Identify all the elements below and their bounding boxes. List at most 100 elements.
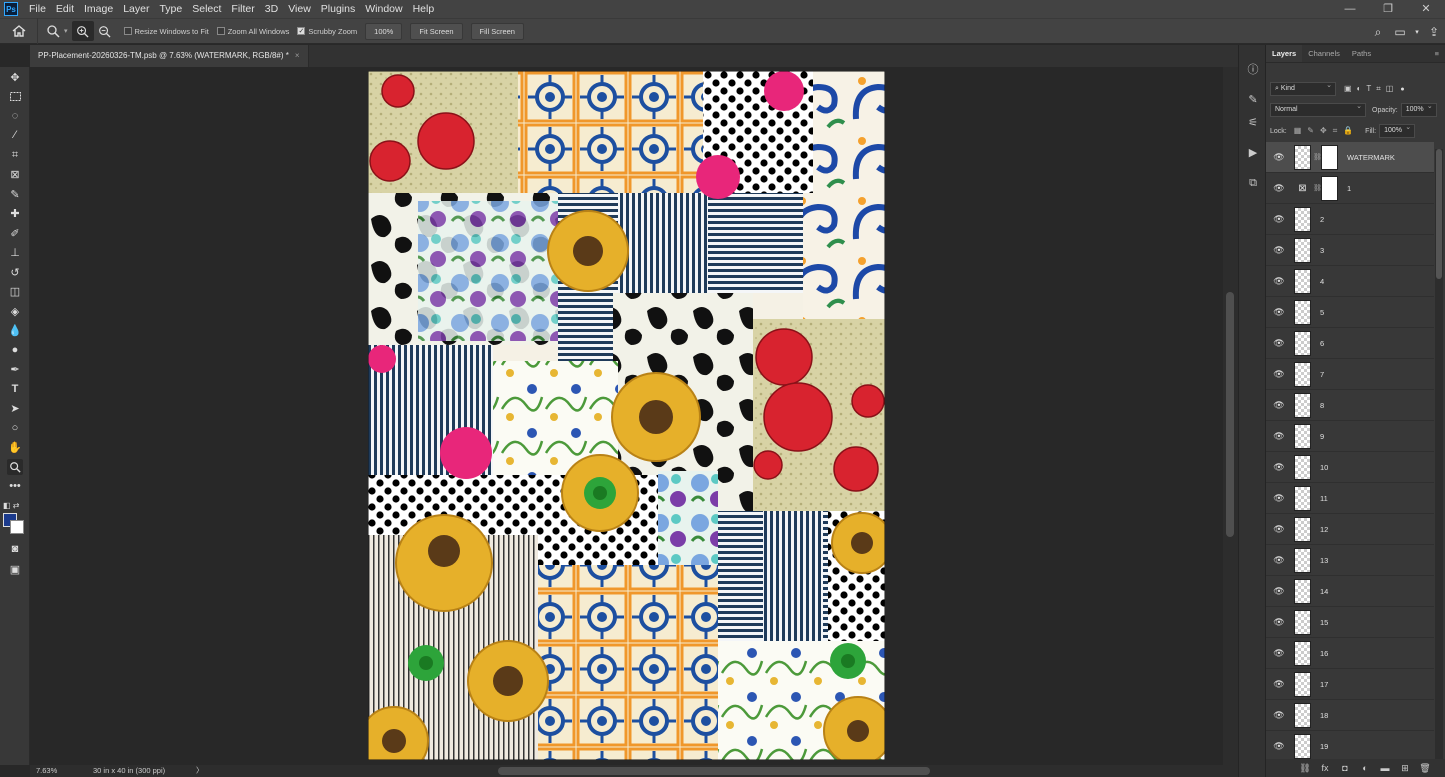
healing-brush-tool-icon[interactable]: ✚ — [7, 205, 23, 221]
menu-3d[interactable]: 3D — [260, 0, 283, 18]
zoom-100-button[interactable]: 100% — [365, 22, 403, 40]
visibility-eye-icon[interactable]: 👁 — [1270, 741, 1288, 752]
magic-wand-tool-icon[interactable]: ⁄ — [7, 127, 23, 143]
zoom-all-windows-checkbox[interactable]: Zoom All Windows — [216, 27, 289, 36]
layer-row-10[interactable]: 👁 10 — [1266, 452, 1434, 483]
background-color-swatch[interactable] — [10, 520, 24, 534]
path-selection-tool-icon[interactable]: ➤ — [7, 400, 23, 416]
fit-screen-button[interactable]: Fit Screen — [410, 22, 463, 40]
delete-layer-trash-icon[interactable]: 🗑 — [1415, 763, 1435, 774]
layer-row-16[interactable]: 👁 16 — [1266, 638, 1434, 669]
layers-scrollbar[interactable] — [1435, 149, 1443, 769]
ellipse-tool-icon[interactable]: ○ — [7, 420, 23, 436]
layer-row-2[interactable]: 👁 2 — [1266, 204, 1434, 235]
info-panel-icon[interactable]: ⓘ — [1245, 62, 1261, 78]
more-tools-icon[interactable]: ••• — [7, 478, 23, 494]
adjustment-layer-icon[interactable]: ◐ — [1355, 763, 1375, 773]
visibility-eye-icon[interactable]: 👁 — [1270, 369, 1288, 380]
close-tab-icon[interactable]: × — [295, 51, 300, 60]
visibility-eye-icon[interactable]: 👁 — [1270, 617, 1288, 628]
actions-play-icon[interactable]: ▶ — [1245, 145, 1261, 161]
resize-windows-checkbox[interactable]: Resize Windows to Fit — [123, 27, 209, 36]
crop-tool-icon[interactable]: ⌗ — [7, 147, 23, 163]
layer-row-8[interactable]: 👁 8 — [1266, 390, 1434, 421]
layer-row-watermark[interactable]: 👁 ⛓ WATERMARK — [1266, 142, 1434, 173]
clone-stamp-tool-icon[interactable]: ⊥ — [7, 244, 23, 260]
layer-row-4[interactable]: 👁 4 — [1266, 266, 1434, 297]
layer-row-12[interactable]: 👁 12 — [1266, 514, 1434, 545]
menu-plugins[interactable]: Plugins — [316, 0, 360, 18]
frame-tool-icon[interactable]: ⊠ — [7, 166, 23, 182]
eyedropper-tool-icon[interactable]: ✎ — [7, 186, 23, 202]
filter-type-icons[interactable]: ▣◐T⌗◫ — [1344, 84, 1398, 94]
visibility-eye-icon[interactable]: 👁 — [1270, 524, 1288, 535]
zoom-tool-preset-icon[interactable] — [42, 21, 64, 41]
layer-row-15[interactable]: 👁 15 — [1266, 607, 1434, 638]
layer-row-3[interactable]: 👁 3 — [1266, 235, 1434, 266]
status-zoom[interactable]: 7.63% — [36, 765, 57, 777]
tab-layers[interactable]: Layers — [1266, 45, 1303, 62]
visibility-eye-icon[interactable]: 👁 — [1270, 183, 1288, 194]
menu-help[interactable]: Help — [408, 0, 440, 18]
hand-tool-icon[interactable]: ✋ — [7, 439, 23, 455]
dodge-tool-icon[interactable]: ● — [7, 342, 23, 358]
mask-link-icon[interactable]: ⛓ — [1313, 153, 1322, 161]
blend-mode-select[interactable]: Normal — [1270, 101, 1366, 117]
fill-input[interactable]: 100% — [1379, 122, 1416, 138]
layer-row-7[interactable]: 👁 7 — [1266, 359, 1434, 390]
menu-type[interactable]: Type — [154, 0, 187, 18]
layer-row-18[interactable]: 👁 18 — [1266, 700, 1434, 731]
layer-row-17[interactable]: 👁 17 — [1266, 669, 1434, 700]
layer-row-6[interactable]: 👁 6 — [1266, 328, 1434, 359]
menu-image[interactable]: Image — [79, 0, 118, 18]
visibility-eye-icon[interactable]: 👁 — [1270, 648, 1288, 659]
mask-link-icon[interactable]: ⛓ — [1313, 184, 1322, 192]
menu-select[interactable]: Select — [187, 0, 226, 18]
workspace-chevron-icon[interactable]: ▾ — [1411, 28, 1423, 36]
move-tool-icon[interactable]: ✥ — [7, 69, 23, 85]
close-icon[interactable]: ✕ — [1407, 0, 1445, 18]
filter-toggle-icon[interactable]: ● — [1400, 86, 1404, 93]
menu-edit[interactable]: Edit — [51, 0, 79, 18]
quick-mask-icon[interactable]: ◙ — [7, 541, 23, 557]
canvas-area[interactable] — [30, 67, 1223, 765]
type-tool-icon[interactable]: T — [7, 381, 23, 397]
layer-row-19[interactable]: 👁 19 — [1266, 731, 1434, 762]
zoom-tool-icon[interactable] — [7, 459, 23, 475]
menu-layer[interactable]: Layer — [118, 0, 154, 18]
panel-menu-icon[interactable]: ≡ — [1429, 45, 1445, 62]
layers-scrollbar-thumb[interactable] — [1436, 149, 1442, 279]
visibility-eye-icon[interactable]: 👁 — [1270, 307, 1288, 318]
visibility-eye-icon[interactable]: 👁 — [1270, 400, 1288, 411]
history-brush-tool-icon[interactable]: ↺ — [7, 264, 23, 280]
menu-file[interactable]: File — [24, 0, 51, 18]
home-icon[interactable] — [0, 18, 38, 44]
lasso-tool-icon[interactable]: ◌ — [7, 108, 23, 124]
layer-style-fx-icon[interactable]: fx — [1315, 763, 1335, 773]
add-mask-icon[interactable]: ◘ — [1335, 763, 1355, 773]
visibility-eye-icon[interactable]: 👁 — [1270, 493, 1288, 504]
visibility-eye-icon[interactable]: 👁 — [1270, 214, 1288, 225]
restore-icon[interactable]: ❐ — [1369, 0, 1407, 18]
status-menu-arrow-icon[interactable]: 〉 — [196, 765, 204, 777]
paint-bucket-tool-icon[interactable]: ◈ — [7, 303, 23, 319]
marquee-tool-icon[interactable] — [7, 88, 23, 104]
new-group-folder-icon[interactable]: ▬ — [1375, 763, 1395, 773]
visibility-eye-icon[interactable]: 👁 — [1270, 431, 1288, 442]
adjustments-icon[interactable]: ⚟ — [1245, 115, 1261, 131]
document-artwork[interactable] — [368, 71, 885, 760]
visibility-eye-icon[interactable]: 👁 — [1270, 555, 1288, 566]
visibility-eye-icon[interactable]: 👁 — [1270, 586, 1288, 597]
visibility-eye-icon[interactable]: 👁 — [1270, 338, 1288, 349]
visibility-eye-icon[interactable]: 👁 — [1270, 152, 1288, 163]
brush-tool-icon[interactable]: ✐ — [7, 225, 23, 241]
eraser-tool-icon[interactable]: ◫ — [7, 283, 23, 299]
vertical-scrollbar-thumb[interactable] — [1226, 292, 1234, 537]
horizontal-scrollbar-thumb[interactable] — [498, 767, 930, 775]
layer-filter-kind-select[interactable]: ⌕ Kind — [1270, 80, 1336, 96]
visibility-eye-icon[interactable]: 👁 — [1270, 245, 1288, 256]
layer-row-1[interactable]: 👁 ⊠ ⛓ 1 — [1266, 173, 1434, 204]
layer-row-11[interactable]: 👁 11 — [1266, 483, 1434, 514]
link-layers-icon[interactable]: ⛓ — [1295, 763, 1315, 774]
libraries-icon[interactable]: ⧉ — [1245, 175, 1261, 191]
